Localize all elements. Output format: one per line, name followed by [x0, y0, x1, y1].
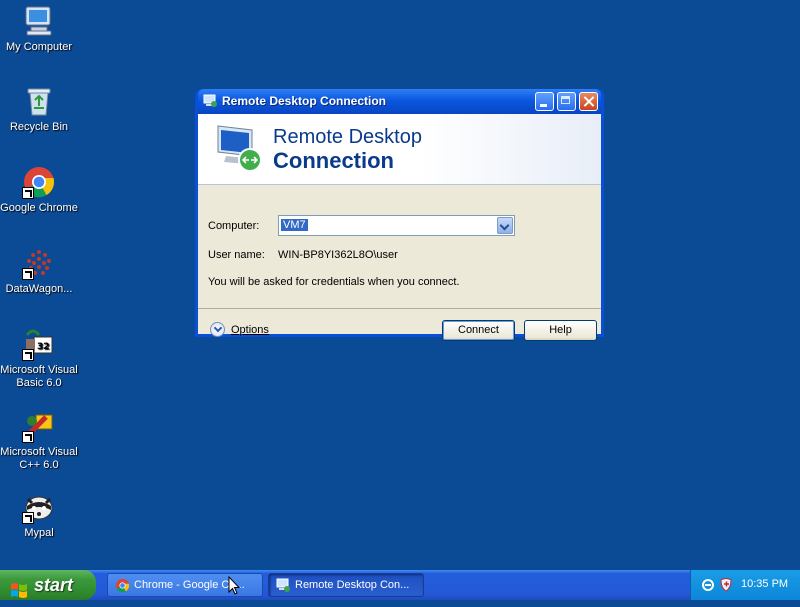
desktop-icon-label: Google Chrome: [0, 202, 78, 214]
visual-basic-icon: 32: [22, 327, 56, 361]
clock[interactable]: 10:35 PM: [741, 578, 788, 590]
datawagon-icon: [22, 246, 56, 280]
mouse-cursor-icon: [228, 576, 240, 595]
desktop-icon-label: Mypal: [24, 527, 54, 539]
desktop-icon-google-chrome[interactable]: Google Chrome: [0, 165, 78, 215]
remote-desktop-window: Remote Desktop Connection Remote Desktop…: [195, 89, 604, 341]
minimize-button[interactable]: [535, 92, 554, 111]
user-name-label: User name:: [208, 249, 265, 261]
mypal-icon: [22, 490, 56, 524]
taskbar-item-remote-desktop[interactable]: Remote Desktop Con...: [268, 573, 424, 597]
shortcut-arrow-icon: [22, 268, 34, 280]
system-tray: 10:35 PM: [690, 570, 800, 600]
computer-label: Computer:: [208, 220, 260, 232]
start-button[interactable]: start: [0, 570, 96, 600]
dropdown-arrow-button[interactable]: [497, 217, 513, 234]
shortcut-arrow-icon: [22, 431, 34, 443]
remote-desktop-logo-icon: [212, 120, 268, 176]
desktop-icon-label: Recycle Bin: [9, 121, 69, 133]
visual-cpp-icon: [22, 409, 56, 443]
banner-title-line1: Remote Desktop: [273, 126, 422, 148]
desktop-icon-mypal[interactable]: Mypal: [0, 490, 78, 540]
computer-input-value[interactable]: VM7: [281, 219, 308, 231]
dialog-banner: Remote Desktop Connection: [198, 114, 601, 185]
dialog-divider: [198, 308, 601, 309]
desktop-icon-recycle-bin[interactable]: Recycle Bin: [0, 84, 78, 134]
recycle-bin-icon: [22, 84, 56, 118]
chevron-down-icon[interactable]: [210, 322, 225, 337]
desktop-icon-label: DataWagon...: [5, 283, 73, 295]
credentials-note: You will be asked for credentials when y…: [208, 276, 460, 288]
close-button[interactable]: [579, 92, 598, 111]
desktop-icon-visual-cpp[interactable]: Microsoft Visual C++ 6.0: [0, 409, 78, 472]
taskbar: start Chrome - Google Ch... Remote Deskt…: [0, 570, 800, 600]
options-toggle[interactable]: Options: [210, 322, 269, 337]
help-button[interactable]: Help: [524, 320, 597, 341]
banner-title-line2: Connection: [273, 148, 394, 173]
user-name-value: WIN-BP8YI362L8O\user: [278, 249, 398, 261]
computer-combobox[interactable]: VM7: [278, 215, 515, 236]
shortcut-arrow-icon: [22, 512, 34, 524]
window-title: Remote Desktop Connection: [222, 94, 387, 108]
window-titlebar[interactable]: Remote Desktop Connection: [198, 89, 601, 114]
remote-desktop-icon: [276, 578, 291, 593]
shortcut-arrow-icon: [22, 349, 34, 361]
my-computer-icon: [22, 4, 56, 38]
chrome-icon: [22, 165, 56, 199]
desktop-icon-label: Microsoft Visual C++ 6.0: [0, 446, 78, 471]
dialog-body: Remote Desktop Connection Computer: VM7 …: [198, 114, 601, 341]
network-icon[interactable]: [701, 577, 716, 592]
desktop-icon-visual-basic[interactable]: 32 Microsoft Visual Basic 6.0: [0, 327, 78, 390]
remote-desktop-icon: [203, 94, 218, 108]
desktop-icon-label: Microsoft Visual Basic 6.0: [0, 364, 78, 389]
windows-flag-icon: [10, 577, 28, 598]
shortcut-arrow-icon: [22, 187, 34, 199]
desktop-icon-my-computer[interactable]: My Computer: [0, 4, 78, 54]
maximize-button[interactable]: [557, 92, 576, 111]
options-label[interactable]: Options: [231, 324, 269, 336]
desktop-icon-datawagon[interactable]: DataWagon...: [0, 246, 78, 296]
chrome-icon: [115, 578, 130, 593]
security-shield-icon[interactable]: [719, 577, 734, 592]
taskbar-item-label: Remote Desktop Con...: [295, 579, 410, 591]
svg-text:32: 32: [37, 342, 50, 352]
start-label: start: [34, 575, 74, 595]
connect-button[interactable]: Connect: [442, 320, 515, 341]
desktop-icon-label: My Computer: [5, 41, 73, 53]
